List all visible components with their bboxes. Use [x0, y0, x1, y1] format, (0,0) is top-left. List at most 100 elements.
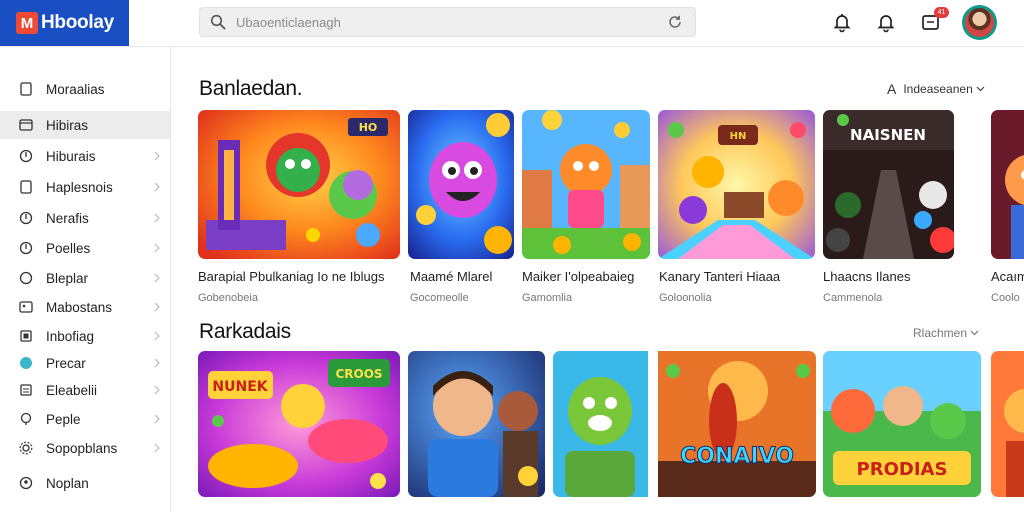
chevron-right-icon: [154, 273, 160, 283]
chevron-down-icon: [970, 330, 979, 336]
game-card-2[interactable]: [408, 110, 514, 259]
sidebar-item-label: Peple: [46, 411, 81, 427]
top-bar: M Hboolay 41: [0, 0, 1024, 47]
game-card-4-subtitle: Goloonolia: [659, 292, 712, 304]
chevron-right-icon: [154, 414, 160, 424]
file-icon: [20, 180, 32, 194]
filter-label: Indeaseanen: [903, 82, 973, 96]
game-card-10[interactable]: PRODIAS: [823, 351, 981, 497]
chevron-right-icon: [154, 331, 160, 341]
card-art-text: CROOS: [335, 367, 382, 381]
sidebar: Moraalias Hibiras Hiburais Haplesnois Nerafi…: [0, 47, 171, 512]
folder-icon: [19, 119, 33, 131]
sidebar-item-label: Eleabelii: [46, 382, 98, 398]
game-card-3-title: Maiker I'olpeabaieg: [522, 269, 635, 284]
game-thumbnail-6: [991, 110, 1024, 259]
game-card-1-subtitle: Gobenobeia: [198, 292, 258, 304]
game-card-4[interactable]: HN: [658, 110, 815, 259]
sidebar-item-sopopblans[interactable]: Sopopblans: [0, 434, 170, 462]
card-art-text: NUNEK: [212, 379, 268, 395]
main-content: Banlaedan. A Indeaseanen HO Barapial Pbu…: [171, 47, 1024, 512]
filter-label: Rlachmen: [913, 326, 968, 340]
game-card-3[interactable]: [522, 110, 650, 259]
sidebar-item-label: Mabostans: [46, 299, 113, 315]
sidebar-item-label: Poelles: [46, 240, 91, 256]
sidebar-item-inbofiag[interactable]: Inbofiag: [0, 322, 170, 350]
sidebar-item-label: Moraalias: [46, 81, 105, 97]
game-card-8[interactable]: [408, 351, 545, 497]
card-art-text: HO: [359, 121, 378, 134]
bell-outline-icon[interactable]: [831, 11, 853, 33]
game-card-1-title: Barapial Pbulkaniag Io ne Iblugs: [198, 269, 385, 284]
sidebar-item-label: Hiburais: [46, 148, 96, 164]
pin-icon: [20, 412, 32, 425]
card-art-text: HN: [730, 131, 747, 142]
game-card-9[interactable]: CONAIVO: [553, 351, 816, 497]
sidebar-item-eleabelii[interactable]: Eleabelii: [0, 376, 170, 404]
chevron-right-icon: [154, 358, 160, 368]
user-icon: [19, 476, 33, 490]
gear-icon: [19, 441, 33, 455]
refresh-icon[interactable]: [667, 14, 683, 30]
game-card-7[interactable]: NUNEK CROOS: [198, 351, 400, 497]
game-card-6-title: Acaım: [991, 269, 1024, 284]
sidebar-item-precar[interactable]: Precar: [0, 349, 170, 377]
game-thumbnail-8: [408, 351, 545, 497]
sidebar-item-label: Nerafis: [46, 210, 89, 226]
search-icon[interactable]: [210, 14, 226, 30]
notification-badge: 41: [934, 7, 949, 18]
sidebar-item-moraalias[interactable]: Moraalias: [0, 75, 170, 103]
card-art-text: PRODIAS: [857, 459, 948, 480]
game-thumbnail-3: [522, 110, 650, 259]
file-icon: [20, 82, 32, 96]
app-logo[interactable]: M Hboolay: [0, 0, 129, 46]
game-thumbnail-2: [408, 110, 514, 259]
game-card-5-subtitle: Cammenola: [823, 292, 883, 304]
filter-prefix: A: [887, 81, 897, 97]
sidebar-item-hiburais[interactable]: Hiburais: [0, 142, 170, 170]
game-card-3-subtitle: Gamomlia: [522, 292, 573, 304]
game-thumbnail-10: PRODIAS: [823, 351, 981, 497]
sidebar-item-noplan[interactable]: Noplan: [0, 469, 170, 497]
sidebar-item-mabostans[interactable]: Mabostans: [0, 293, 170, 321]
globe-icon: [19, 241, 33, 255]
sidebar-item-hibiras[interactable]: Hibiras: [0, 111, 170, 139]
chevron-right-icon: [154, 151, 160, 161]
sidebar-item-label: Sopopblans: [46, 440, 118, 456]
section-title-popular: Rarkadais: [199, 320, 291, 343]
notification-bell-icon[interactable]: [875, 11, 897, 33]
sidebar-item-bleplar[interactable]: Bleplar: [0, 264, 170, 292]
globe-icon: [19, 149, 33, 163]
avatar-image: [965, 8, 994, 37]
game-card-11[interactable]: [991, 351, 1024, 497]
user-avatar[interactable]: [962, 5, 997, 40]
chevron-right-icon: [154, 213, 160, 223]
image-icon: [19, 301, 33, 313]
chevron-down-icon: [976, 86, 985, 92]
search-bar: [199, 7, 696, 37]
game-card-2-subtitle: Gocomeolle: [410, 292, 469, 304]
sidebar-item-label: Inbofiag: [46, 328, 95, 344]
sidebar-item-label: Haplesnois: [46, 179, 113, 195]
game-card-6-subtitle: Coolo: [991, 292, 1020, 304]
circle-icon: [19, 271, 33, 285]
list-icon: [20, 384, 32, 396]
sidebar-item-nerafis[interactable]: Nerafis: [0, 204, 170, 232]
game-card-5[interactable]: NAISNEN: [823, 110, 954, 259]
square-icon: [20, 330, 32, 342]
search-input[interactable]: [236, 14, 667, 30]
chevron-right-icon: [154, 302, 160, 312]
sidebar-item-poelles[interactable]: Poelles: [0, 234, 170, 262]
sidebar-item-haplesnois[interactable]: Haplesnois: [0, 173, 170, 201]
sidebar-item-peple[interactable]: Peple: [0, 405, 170, 433]
sidebar-item-label: Noplan: [46, 475, 89, 491]
game-card-6[interactable]: [991, 110, 1024, 259]
chevron-right-icon: [154, 385, 160, 395]
game-card-1[interactable]: HO: [198, 110, 400, 259]
section-filter-popular[interactable]: Rlachmen: [913, 326, 979, 340]
section-filter-featured[interactable]: A Indeaseanen: [887, 81, 985, 97]
game-thumbnail-11: [991, 351, 1024, 497]
sidebar-item-label: Precar: [46, 355, 86, 371]
game-thumbnail-7: NUNEK CROOS: [198, 351, 400, 497]
card-art-text: NAISNEN: [850, 126, 926, 144]
